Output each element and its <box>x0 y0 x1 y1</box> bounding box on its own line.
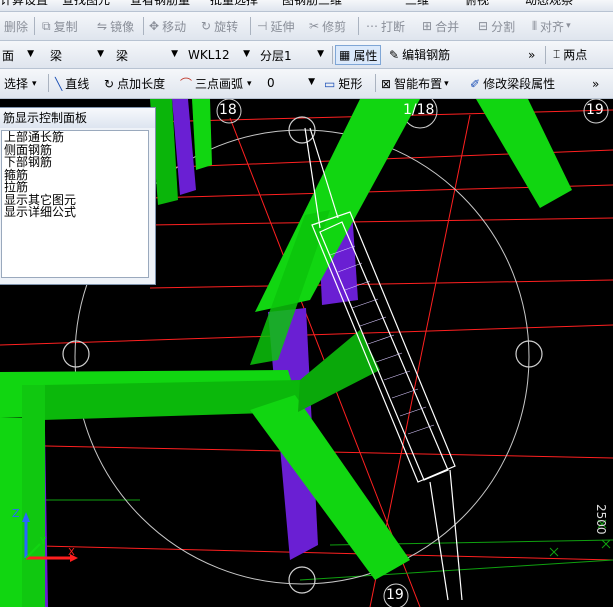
separator <box>48 74 49 92</box>
property-button[interactable]: ▦ 属性 <box>335 45 382 65</box>
separator <box>250 17 251 35</box>
list-item[interactable]: 上部通长筋 <box>2 131 148 144</box>
chevron-down-icon: ▼ <box>97 49 104 59</box>
merge-button[interactable]: ⊞ 合并 <box>422 12 459 40</box>
split-icon: ⊟ <box>478 19 489 33</box>
property-icon: ▦ <box>339 48 351 62</box>
chevron-down-icon: ▾ <box>32 78 37 89</box>
separator <box>358 17 359 35</box>
trim-button[interactable]: ✂ 修剪 <box>309 12 346 40</box>
axis-label-1-18: 1/18 <box>403 102 435 118</box>
brush-icon: ✐ <box>470 76 481 91</box>
mirror-icon: ⇋ <box>97 19 108 33</box>
view-3d-button[interactable]: 三维 <box>405 0 429 7</box>
more-button[interactable]: » <box>592 69 599 98</box>
smart-layout-icon: ⊠ <box>381 76 392 91</box>
three-point-arc-button[interactable]: ⌒ 三点画弧 ▾ <box>180 69 252 98</box>
pencil-icon: ✎ <box>389 47 400 62</box>
rotate-icon: ↻ <box>201 19 212 33</box>
break-button[interactable]: ⋯ 打断 <box>366 12 405 40</box>
gizmo-z-label: Z <box>12 507 20 520</box>
chevron-down-icon: ▾ <box>444 78 449 89</box>
rebar-display-panel[interactable]: 筋显示控制面板 上部通长筋 侧面钢筋 下部钢筋 箍筋 拉筋 显示其它图元 显示详… <box>0 107 156 285</box>
panel-list: 上部通长筋 侧面钢筋 下部钢筋 箍筋 拉筋 显示其它图元 显示详细公式 <box>1 130 149 278</box>
edit-toolbar: 删除 ⧉ 复制 ⇋ 镜像 ✥ 移动 ↻ 旋转 ⊣ 延伸 ✂ 修剪 ⋯ 打断 ⊞ 合并 ⊟ 分割 ⫴… <box>0 12 613 41</box>
type-combo-1[interactable]: 梁 ▼ <box>46 45 108 65</box>
rect-button[interactable]: ▭ 矩形 <box>324 69 362 98</box>
side-dimension-text: 2500 <box>594 504 608 535</box>
split-button[interactable]: ⊟ 分割 <box>478 12 515 40</box>
copy-icon: ⧉ <box>42 18 51 33</box>
orbit-button[interactable]: 动态观察 <box>525 0 573 7</box>
move-icon: ✥ <box>149 19 160 33</box>
align-button[interactable]: ⫴ 对齐 ▾ <box>532 12 571 40</box>
separator <box>375 74 376 92</box>
extend-icon: ⊣ <box>257 19 268 33</box>
mirror-button[interactable]: ⇋ 镜像 <box>97 12 134 40</box>
chevron-down-icon: ▼ <box>308 77 315 87</box>
arc-icon: ⌒ <box>180 77 193 91</box>
move-button[interactable]: ✥ 移动 <box>149 12 186 40</box>
view-rebar-button[interactable]: 查看钢筋量 <box>130 0 190 7</box>
top-view-button[interactable]: 俯视 <box>465 0 489 7</box>
list-item[interactable]: 拉筋 <box>2 181 148 194</box>
panel-title: 筋显示控制面板 <box>0 108 155 128</box>
two-point-button[interactable]: ⌶ 两点 <box>553 41 587 68</box>
two-point-icon: ⌶ <box>553 47 561 61</box>
modify-span-button[interactable]: ✐ 修改梁段属性 <box>470 69 555 98</box>
type-combo-2[interactable]: 梁 ▼ <box>112 45 182 65</box>
separator <box>545 46 546 64</box>
separator <box>332 46 333 64</box>
rotate-button[interactable]: ↻ 旋转 <box>201 12 238 40</box>
edit-rebar-button[interactable]: ✎ 编辑钢筋 <box>389 41 450 68</box>
gizmo-x-label: X <box>68 547 75 558</box>
more-button[interactable]: » <box>528 41 535 68</box>
break-icon: ⋯ <box>366 19 378 33</box>
align-icon: ⫴ <box>532 18 538 33</box>
delete-button[interactable]: 删除 <box>4 12 28 40</box>
chevron-down-icon: ▼ <box>171 49 178 59</box>
select-button[interactable]: 选择 ▾ <box>4 69 37 98</box>
element-combo[interactable]: WKL12 ▼ <box>184 45 254 65</box>
copy-button[interactable]: ⧉ 复制 <box>42 12 78 40</box>
rebar-3d-button[interactable]: 图钢筋三维 <box>282 0 342 7</box>
value-combo[interactable]: 0 ▼ <box>263 73 319 93</box>
line-icon: ╲ <box>55 76 63 91</box>
floor-combo[interactable]: 分层1 ▼ <box>256 45 328 65</box>
rectangle-icon: ▭ <box>324 76 336 91</box>
gizmo-y-label: Y <box>40 536 47 547</box>
chevron-down-icon: ▼ <box>317 49 324 59</box>
chevron-down-icon: ▼ <box>243 49 250 59</box>
chevron-down-icon: ▼ <box>27 49 34 59</box>
list-item[interactable]: 显示详细公式 <box>2 206 148 219</box>
list-item[interactable]: 下部钢筋 <box>2 156 148 169</box>
draw-toolbar: 选择 ▾ ╲ 直线 ↻ 点加长度 ⌒ 三点画弧 ▾ 0 ▼ ▭ 矩形 ⊠ 智能布置 ▾ ✐ 修改梁段… <box>0 69 613 99</box>
separator <box>34 17 35 35</box>
line-button[interactable]: ╲ 直线 <box>55 69 89 98</box>
trim-icon: ✂ <box>309 19 320 33</box>
axis-label-19-bottom: 19 <box>386 587 404 603</box>
chevron-down-icon: ▾ <box>247 78 252 89</box>
property-toolbar: 面 ▼ 梁 ▼ 梁 ▼ WKL12 ▼ 分层1 ▼ ▦ 属性 ✎ 编辑钢筋 » ⌶ 两点 <box>0 41 613 69</box>
partial-toolbar: 计算设置 查找图元 查看钢筋量 批量选择 图钢筋三维 三维 俯视 动态观察 <box>0 0 613 12</box>
merge-icon: ⊞ <box>422 19 433 33</box>
separator <box>143 17 144 35</box>
axis-label-19: 19 <box>586 102 604 118</box>
layer-combo[interactable]: 面 ▼ <box>0 45 38 65</box>
chevron-down-icon: ▾ <box>566 21 571 31</box>
point-length-button[interactable]: ↻ 点加长度 <box>104 69 165 98</box>
extend-button[interactable]: ⊣ 延伸 <box>257 12 294 40</box>
point-length-icon: ↻ <box>104 76 115 91</box>
batch-select-button[interactable]: 批量选择 <box>210 0 258 7</box>
axis-label-18: 18 <box>219 102 237 118</box>
calc-settings-button[interactable]: 计算设置 <box>0 0 48 7</box>
smart-layout-button[interactable]: ⊠ 智能布置 ▾ <box>381 69 449 98</box>
find-element-button[interactable]: 查找图元 <box>62 0 110 7</box>
